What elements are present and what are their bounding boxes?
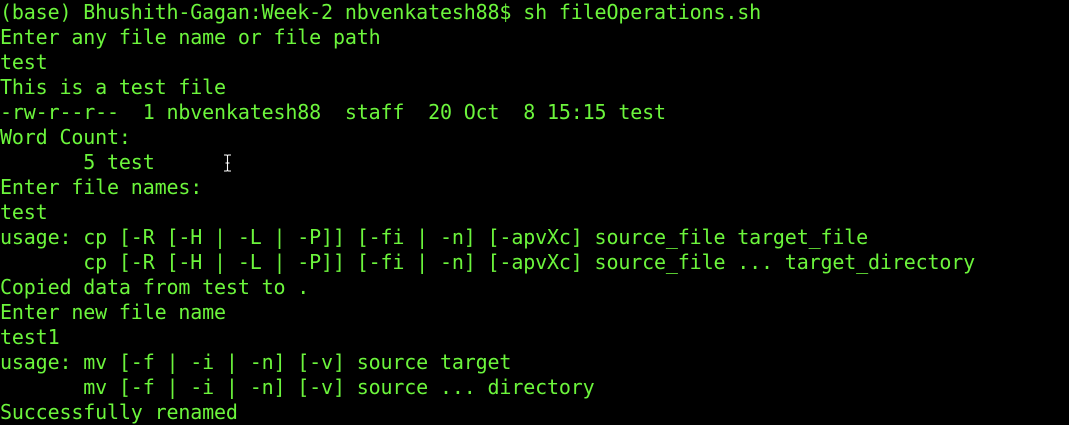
terminal-line: mv [-f | -i | -n] [-v] source ... direct…	[0, 375, 595, 399]
terminal-line: usage: cp [-R [-H | -L | -P]] [-fi | -n]…	[0, 225, 869, 249]
terminal-line: usage: mv [-f | -i | -n] [-v] source tar…	[0, 350, 512, 374]
terminal-line: 5 test	[0, 150, 155, 174]
terminal-line: Enter new file name	[0, 300, 226, 324]
terminal-line: Enter file names:	[0, 175, 203, 199]
terminal-line: test	[0, 200, 48, 224]
terminal-line: test	[0, 50, 48, 74]
ibeam-cursor-icon	[224, 154, 231, 172]
terminal-line: -rw-r--r-- 1 nbvenkatesh88 staff 20 Oct …	[0, 100, 666, 124]
terminal-window[interactable]: (base) Bhushith-Gagan:Week-2 nbvenkatesh…	[0, 0, 1069, 425]
terminal-line: Word Count:	[0, 125, 131, 149]
terminal-line: Successfully renamed	[0, 400, 238, 424]
terminal-line: This is a test file	[0, 75, 226, 99]
terminal-line: Copied data from test to .	[0, 275, 310, 299]
terminal-line: test1	[0, 325, 60, 349]
terminal-line-prompt-command: (base) Bhushith-Gagan:Week-2 nbvenkatesh…	[0, 0, 762, 24]
terminal-line: Enter any file name or file path	[0, 25, 381, 49]
terminal-line: cp [-R [-H | -L | -P]] [-fi | -n] [-apvX…	[0, 250, 976, 274]
